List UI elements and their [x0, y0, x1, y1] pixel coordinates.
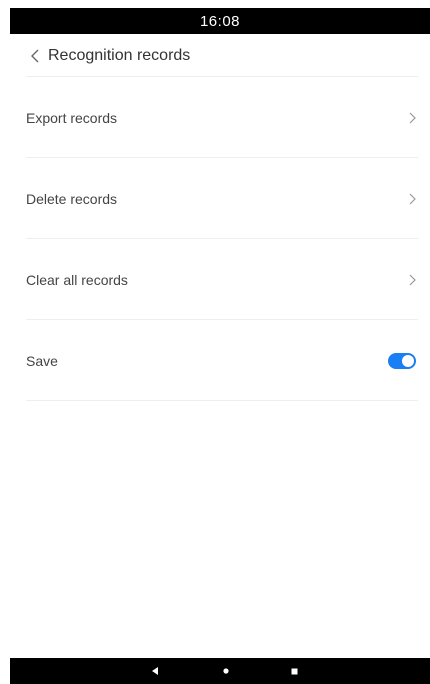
nav-back-button[interactable]: [140, 658, 170, 684]
export-records-label: Export records: [26, 109, 118, 126]
status-time: 16:08: [199, 12, 241, 30]
page-title: Recognition records: [48, 47, 191, 64]
navigation-bar: [10, 658, 430, 684]
status-bar: 16:08: [10, 8, 430, 34]
back-button[interactable]: Recognition records: [10, 34, 430, 78]
save-toggle[interactable]: [388, 352, 416, 369]
save-item: Save: [10, 320, 430, 401]
export-records-item[interactable]: Export records: [10, 77, 430, 158]
back-triangle-icon: [152, 667, 158, 675]
chevron-left-icon: [31, 49, 39, 63]
delete-records-item[interactable]: Delete records: [10, 158, 430, 239]
save-label: Save: [26, 352, 58, 369]
settings-list: Export records Delete records Clear all …: [10, 77, 430, 401]
delete-records-label: Delete records: [26, 190, 118, 207]
chevron-right-icon: [409, 274, 416, 285]
recents-square-icon: [291, 668, 297, 674]
toggle-knob: [402, 354, 414, 367]
screen: 16:08 Recognition records Export records…: [0, 0, 430, 684]
clear-all-records-item[interactable]: Clear all records: [10, 239, 430, 320]
nav-home-button[interactable]: [211, 658, 241, 684]
home-dot-icon: [223, 668, 229, 674]
chevron-right-icon: [409, 112, 416, 123]
chevron-right-icon: [409, 193, 416, 204]
nav-recents-button[interactable]: [279, 658, 309, 684]
clear-all-records-label: Clear all records: [26, 271, 128, 288]
